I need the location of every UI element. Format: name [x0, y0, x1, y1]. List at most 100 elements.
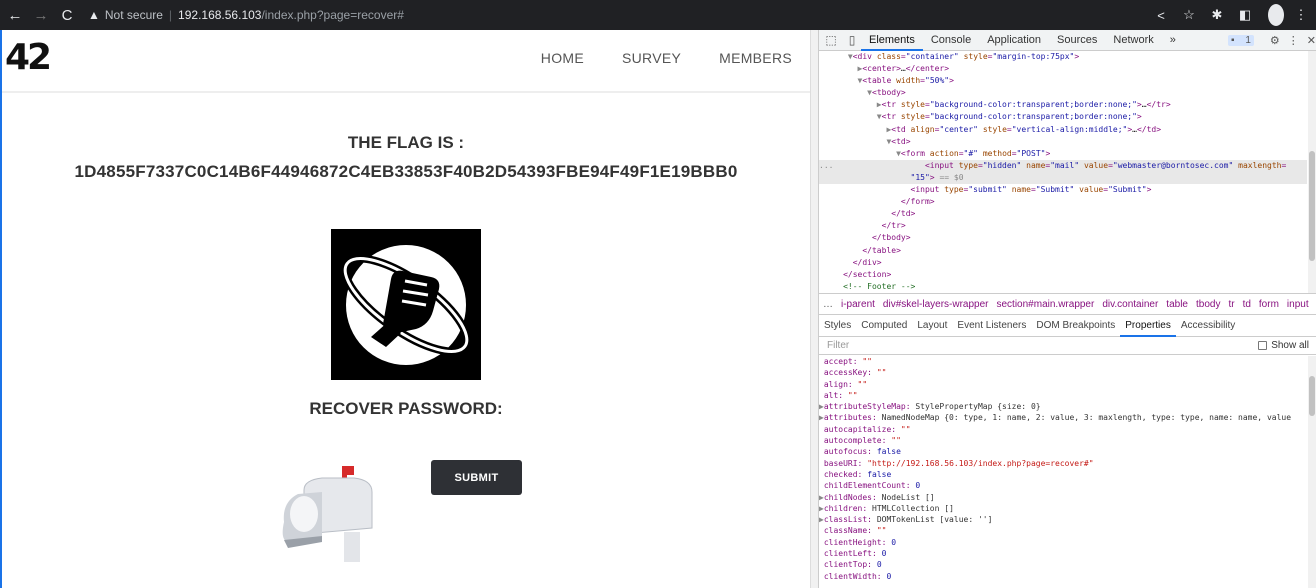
profile-avatar-icon[interactable]: ● — [1262, 4, 1284, 26]
property-row[interactable]: autofocus: false — [819, 446, 1307, 457]
address-bar[interactable]: ▲ Not secure | 192.168.56.103/index.php?… — [88, 4, 404, 26]
elements-scroll-thumb[interactable] — [1309, 151, 1315, 261]
submit-button[interactable]: SUBMIT — [431, 460, 522, 495]
breadcrumb-item[interactable]: td — [1243, 299, 1251, 310]
dom-node-line[interactable]: </table> — [819, 245, 1307, 257]
dom-node-line[interactable]: </div> — [819, 257, 1307, 269]
dom-node-line[interactable]: </tbody> — [819, 232, 1307, 244]
breadcrumb-item[interactable]: i-parent — [841, 299, 875, 310]
url-host[interactable]: 192.168.56.103 — [178, 8, 261, 22]
elements-scrollbar[interactable] — [1308, 51, 1316, 293]
inspect-element-icon[interactable]: ⬚ — [822, 33, 840, 47]
breadcrumb-item[interactable]: div#skel-layers-wrapper — [883, 299, 989, 310]
dom-node-line[interactable]: </section> — [819, 269, 1307, 281]
breadcrumb-item[interactable]: table — [1166, 299, 1188, 310]
elements-tree[interactable]: ▼<div class="container" style="margin-to… — [819, 51, 1307, 293]
property-row[interactable]: ▶attributeStyleMap: StylePropertyMap {si… — [819, 401, 1307, 412]
dom-node-line[interactable]: <input type="submit" name="Submit" value… — [819, 184, 1307, 196]
back-arrow-icon[interactable]: ← — [4, 4, 26, 26]
property-row[interactable]: clientLeft: 0 — [819, 548, 1307, 559]
property-row[interactable]: checked: false — [819, 469, 1307, 480]
dom-node-line[interactable]: ▼<tr style="background-color:transparent… — [819, 111, 1307, 123]
nav-survey-link[interactable]: SURVEY — [622, 50, 681, 66]
property-row[interactable]: clientWidth: 0 — [819, 571, 1307, 582]
tab-network[interactable]: Network — [1105, 30, 1161, 51]
dom-node-line[interactable]: ▼<form action="#" method="POST"> — [819, 148, 1307, 160]
property-row[interactable]: className: "" — [819, 525, 1307, 536]
property-row[interactable]: ▶classList: DOMTokenList [value: ''] — [819, 514, 1307, 525]
dom-node-line[interactable]: <!-- Footer --> — [819, 281, 1307, 293]
breadcrumb-item[interactable]: input — [1287, 299, 1309, 310]
nav-members-link[interactable]: MEMBERS — [719, 50, 792, 66]
menu-kebab-icon[interactable]: ⋮ — [1290, 4, 1312, 26]
property-row[interactable]: accept: "" — [819, 356, 1307, 367]
issues-badge[interactable]: ▪ 1 — [1228, 34, 1254, 46]
property-row[interactable]: autocomplete: "" — [819, 435, 1307, 446]
page-scrollbar[interactable] — [810, 30, 818, 588]
property-row[interactable]: clientTop: 0 — [819, 559, 1307, 570]
dom-node-line[interactable]: </tr> — [819, 220, 1307, 232]
properties-scroll-thumb[interactable] — [1309, 376, 1315, 416]
forward-arrow-icon[interactable]: → — [30, 4, 52, 26]
subtab-event-listeners[interactable]: Event Listeners — [952, 315, 1031, 337]
properties-scrollbar[interactable] — [1308, 356, 1316, 588]
bookmark-star-icon[interactable]: ☆ — [1178, 4, 1200, 26]
reload-icon[interactable]: C — [56, 4, 78, 26]
dom-node-line[interactable]: ▼<tbody> — [819, 87, 1307, 99]
dom-node-line[interactable]: ... <input type="hidden" name="mail" val… — [819, 159, 1307, 172]
property-row[interactable]: ▶childNodes: NodeList [] — [819, 492, 1307, 503]
dom-node-line[interactable]: ▼<div class="container" style="margin-to… — [819, 51, 1307, 63]
close-icon[interactable]: ✕ — [1307, 34, 1316, 47]
property-row[interactable]: ▶children: HTMLCollection [] — [819, 503, 1307, 514]
breadcrumb-item[interactable]: form — [1259, 299, 1279, 310]
not-secure-label[interactable]: Not secure — [105, 8, 163, 22]
tab-sources[interactable]: Sources — [1049, 30, 1105, 51]
filter-input[interactable]: Filter — [827, 340, 849, 351]
devtools-menu-icon[interactable]: ⋮ — [1288, 34, 1299, 47]
subtab-accessibility[interactable]: Accessibility — [1176, 315, 1240, 337]
nav-home-link[interactable]: HOME — [541, 50, 584, 66]
breadcrumb-item[interactable]: section#main.wrapper — [997, 299, 1095, 310]
warning-icon: ▲ — [88, 8, 100, 22]
properties-list[interactable]: accept: "" accessKey: "" align: "" alt: … — [819, 356, 1307, 588]
subtab-properties[interactable]: Properties — [1120, 315, 1176, 337]
issues-count: 1 — [1245, 34, 1251, 46]
property-row[interactable]: align: "" — [819, 379, 1307, 390]
dom-node-line[interactable]: "15"> == $0 — [819, 171, 1307, 185]
breadcrumb-item[interactable]: tbody — [1196, 299, 1220, 310]
dom-node-line[interactable]: ▼<td> — [819, 136, 1307, 148]
url-path[interactable]: /index.php?page=recover# — [261, 8, 403, 22]
tab-application[interactable]: Application — [979, 30, 1049, 51]
property-row[interactable]: clientHeight: 0 — [819, 537, 1307, 548]
site-logo[interactable]: 42 — [5, 38, 52, 78]
property-row[interactable]: ▶attributes: NamedNodeMap {0: type, 1: n… — [819, 412, 1307, 423]
dom-node-line[interactable]: ▶<td align="center" style="vertical-alig… — [819, 124, 1307, 136]
property-row[interactable]: accessKey: "" — [819, 367, 1307, 378]
side-panel-icon[interactable]: ◧ — [1234, 4, 1256, 26]
property-row[interactable]: childElementCount: 0 — [819, 480, 1307, 491]
dom-node-line[interactable]: </form> — [819, 196, 1307, 208]
breadcrumb-item[interactable]: tr — [1228, 299, 1234, 310]
dom-node-line[interactable]: ▶<center>…</center> — [819, 63, 1307, 75]
breadcrumb-overflow[interactable]: … — [823, 299, 833, 310]
settings-gear-icon[interactable]: ⚙ — [1270, 34, 1280, 47]
show-all-toggle[interactable]: Show all — [1258, 340, 1309, 351]
tab-elements[interactable]: Elements — [861, 30, 923, 51]
device-toolbar-icon[interactable]: ▯ — [843, 33, 861, 47]
subtab-dom-breakpoints[interactable]: DOM Breakpoints — [1031, 315, 1120, 337]
property-row[interactable]: baseURI: "http://192.168.56.103/index.ph… — [819, 458, 1307, 469]
subtab-layout[interactable]: Layout — [912, 315, 952, 337]
tab-console[interactable]: Console — [923, 30, 979, 51]
more-tabs-button[interactable]: » — [1162, 30, 1184, 51]
property-row[interactable]: alt: "" — [819, 390, 1307, 401]
subtab-computed[interactable]: Computed — [856, 315, 912, 337]
dom-node-line[interactable]: ▼<table width="50%"> — [819, 75, 1307, 87]
subtab-styles[interactable]: Styles — [819, 315, 856, 337]
extensions-puzzle-icon[interactable]: ✱ — [1206, 4, 1228, 26]
share-icon[interactable]: < — [1150, 4, 1172, 26]
show-all-checkbox[interactable] — [1258, 341, 1268, 350]
breadcrumb-item[interactable]: div.container — [1102, 299, 1158, 310]
dom-node-line[interactable]: ▶<tr style="background-color:transparent… — [819, 99, 1307, 111]
dom-node-line[interactable]: </td> — [819, 208, 1307, 220]
property-row[interactable]: autocapitalize: "" — [819, 424, 1307, 435]
